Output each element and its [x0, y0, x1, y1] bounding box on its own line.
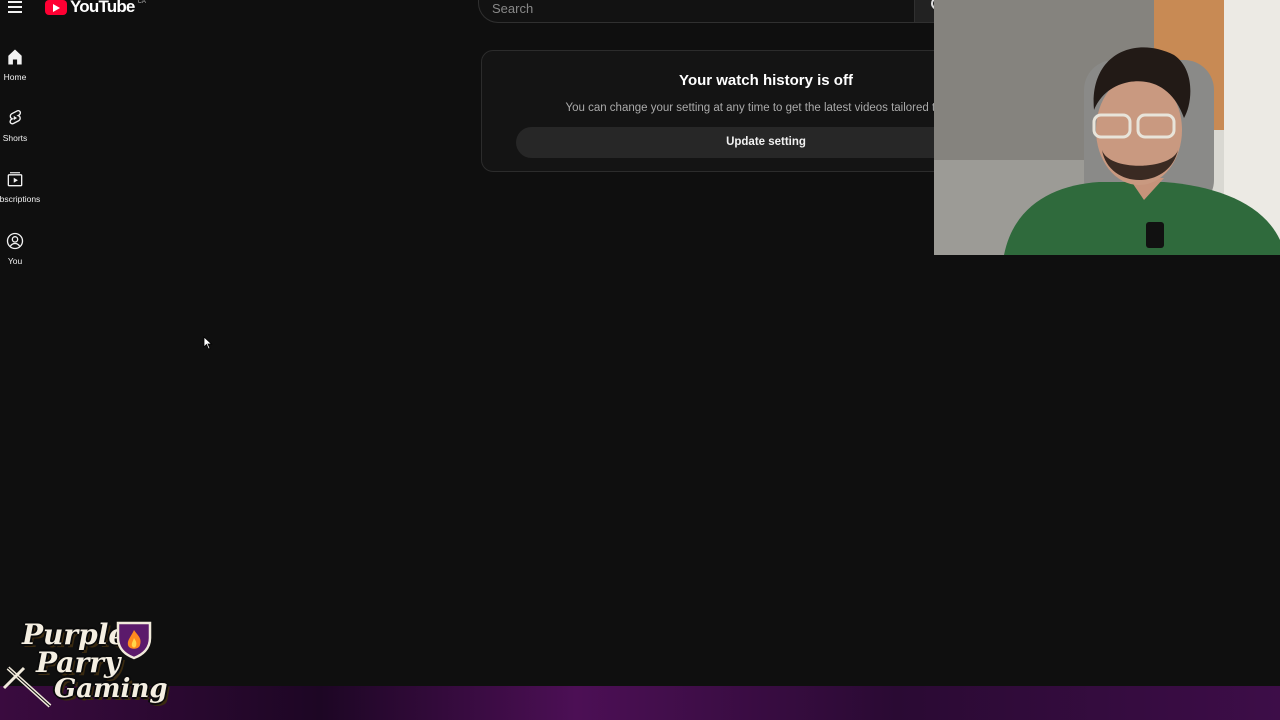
- sidebar-item-label: Shorts: [2, 133, 28, 143]
- sidebar-item-label: Home: [3, 72, 27, 82]
- watch-history-panel: Your watch history is off You can change…: [481, 50, 1016, 172]
- webcam-overlay: [934, 0, 1280, 255]
- sidebar-item-you[interactable]: You: [0, 230, 48, 266]
- stream-overlay-bar: [0, 686, 1280, 720]
- sidebar-item-shorts[interactable]: Shorts: [0, 107, 48, 143]
- youtube-logo[interactable]: YouTube CA: [45, 0, 146, 17]
- sword-icon: [2, 666, 52, 708]
- stream-logo: Purple Parry Gaming: [2, 618, 168, 714]
- search-placeholder: Search: [492, 1, 534, 16]
- shorts-icon: [4, 107, 26, 129]
- mouse-cursor-icon: [203, 336, 213, 350]
- sidebar-item-home[interactable]: Home: [0, 46, 48, 82]
- sidebar-item-subscriptions[interactable]: bscriptions: [0, 168, 48, 204]
- menu-icon[interactable]: [4, 0, 26, 18]
- account-icon: [4, 230, 26, 252]
- youtube-play-icon: [45, 0, 67, 15]
- sidebar-item-label: You: [7, 256, 23, 266]
- logo-text: YouTube: [70, 0, 135, 16]
- sidebar-item-label: bscriptions: [0, 194, 41, 204]
- screen: YouTube CA Search Home Shorts bscription…: [0, 0, 1280, 720]
- webcam-feed-image: [934, 0, 1280, 255]
- logo-region: CA: [137, 0, 146, 5]
- stream-logo-line: Gaming: [54, 674, 168, 704]
- home-icon: [4, 46, 26, 68]
- search-input[interactable]: Search: [478, 0, 914, 23]
- subscriptions-icon: [4, 168, 26, 190]
- shield-flame-icon: [116, 621, 152, 660]
